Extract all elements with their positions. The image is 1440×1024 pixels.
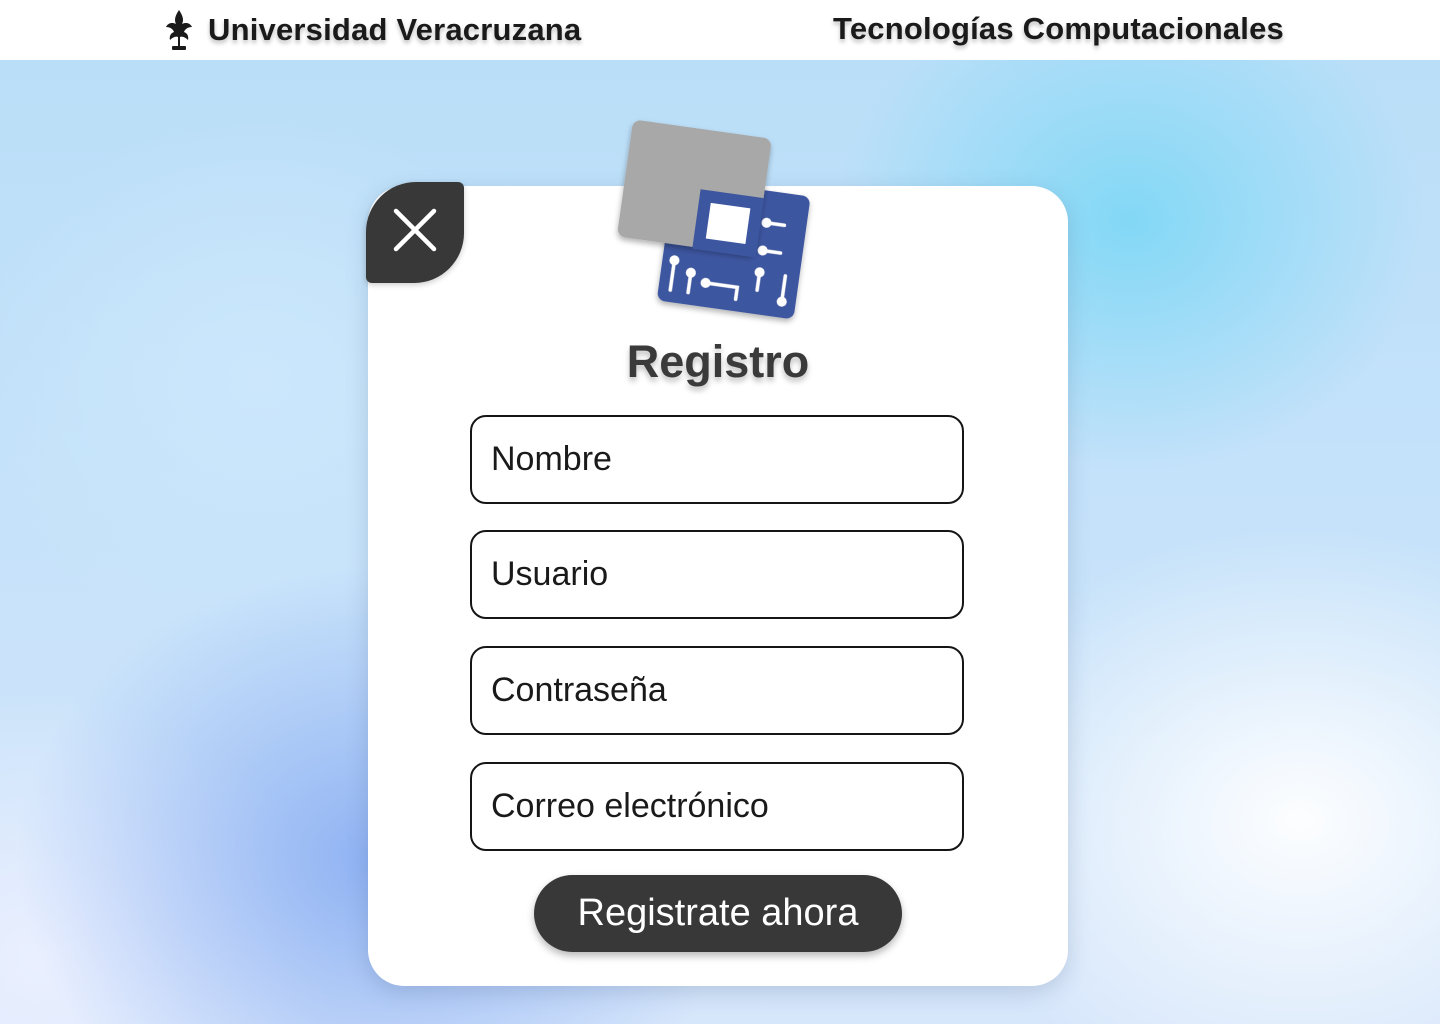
- uv-fleur-logo-icon: [160, 8, 198, 52]
- password-field[interactable]: [470, 646, 964, 735]
- brand-name: Universidad Veracruzana: [208, 12, 582, 47]
- register-button[interactable]: Registrate ahora: [534, 875, 902, 952]
- name-field[interactable]: [470, 415, 964, 504]
- department-name: Tecnologías Computacionales: [833, 11, 1284, 46]
- username-field[interactable]: [470, 530, 964, 619]
- email-field[interactable]: [470, 762, 964, 851]
- close-button[interactable]: [366, 182, 464, 283]
- top-header: Universidad Veracruzana Tecnologías Comp…: [0, 0, 1440, 60]
- page-title: Registro: [626, 336, 810, 387]
- circuit-chip-logo-icon: [612, 118, 822, 333]
- close-icon: [390, 205, 440, 260]
- brand[interactable]: Universidad Veracruzana: [160, 4, 581, 56]
